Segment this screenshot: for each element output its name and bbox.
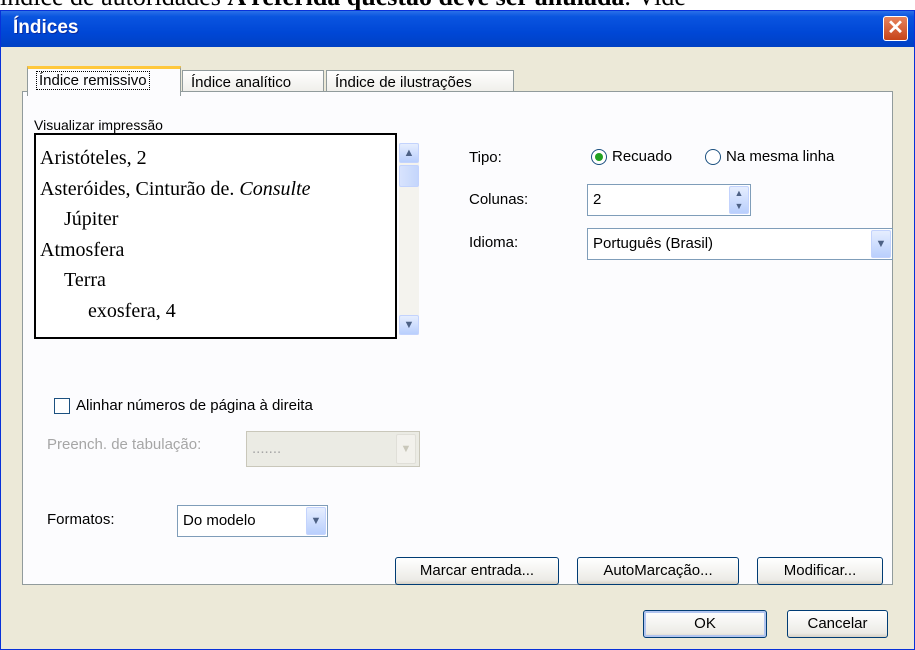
background-text-part1: índice de autoridades [0, 0, 221, 10]
radio-na-mesma-linha-label[interactable]: Na mesma linha [726, 148, 834, 165]
preench-value: ....... [252, 440, 282, 457]
background-text-part3: . Vide [624, 0, 686, 10]
preench-label: Preench. de tabulação: [47, 436, 202, 453]
chevron-down-icon: ▼ [403, 319, 415, 331]
automarcacao-button[interactable]: AutoMarcação... [577, 557, 739, 585]
spin-up-icon: ▲ [734, 188, 744, 198]
preview-line: exosfera, 4 [88, 300, 176, 322]
idioma-label: Idioma: [469, 234, 519, 251]
chevron-down-icon: ▼ [400, 443, 412, 455]
ok-button[interactable]: OK [643, 610, 767, 638]
close-icon: ✕ [887, 17, 904, 39]
preview-label: Visualizar impressão [34, 117, 163, 133]
preview-line: Atmosfera [40, 239, 125, 261]
scroll-up-button[interactable]: ▲ [399, 143, 419, 163]
tipo-label: Tipo: [469, 149, 502, 166]
background-document-text: índice de autoridades A referida questão… [0, 0, 915, 10]
preview-line: Asteróides, Cinturão de. Consulte [40, 178, 311, 201]
chevron-down-icon: ▼ [875, 238, 887, 250]
preview-line-text: Asteróides, Cinturão de. [40, 178, 235, 200]
background-text-bold: A referida questão deve ser anulada [227, 0, 624, 10]
scroll-down-button[interactable]: ▼ [399, 315, 419, 335]
colunas-label: Colunas: [469, 191, 529, 208]
dialog-title: Índices [13, 17, 79, 38]
close-button[interactable]: ✕ [883, 16, 908, 41]
colunas-value: 2 [593, 191, 602, 208]
alinhar-label[interactable]: Alinhar números de página à direita [76, 397, 313, 414]
radio-recuado[interactable] [591, 149, 607, 165]
formatos-value: Do modelo [183, 512, 256, 529]
alinhar-checkbox[interactable] [54, 398, 70, 414]
colunas-spin-buttons[interactable]: ▲ ▼ [729, 186, 749, 214]
preench-select: ....... [246, 431, 420, 467]
spin-down-icon: ▼ [734, 201, 744, 211]
chevron-down-icon: ▼ [310, 515, 322, 527]
preview-scrollbar[interactable]: ▲ ▼ [399, 143, 419, 335]
formatos-dropdown-button[interactable]: ▼ [306, 507, 326, 535]
preview-line: Aristóteles, 2 [40, 147, 147, 169]
tab-indice-remissivo[interactable]: Índice remissivo [27, 66, 181, 96]
formatos-label: Formatos: [47, 511, 115, 528]
scroll-thumb[interactable] [399, 165, 419, 187]
idioma-select[interactable]: Português (Brasil) [587, 228, 893, 260]
tab-label: Índice de ilustrações [335, 74, 472, 91]
radio-na-mesma-linha[interactable] [705, 149, 721, 165]
print-preview: Aristóteles, 2 Asteróides, Cinturão de. … [34, 133, 397, 339]
cancelar-button[interactable]: Cancelar [787, 610, 888, 638]
preview-line: Júpiter [64, 208, 119, 230]
marcar-entrada-button[interactable]: Marcar entrada... [395, 557, 559, 585]
idioma-value: Português (Brasil) [593, 235, 714, 252]
tab-label: Índice analítico [191, 74, 292, 91]
preench-dropdown-button: ▼ [396, 434, 416, 464]
idioma-dropdown-button[interactable]: ▼ [871, 230, 891, 258]
colunas-spinner[interactable]: 2 [587, 184, 751, 216]
radio-selected-dot [595, 153, 603, 161]
preview-line-italic: Consulte [239, 178, 311, 200]
chevron-up-icon: ▲ [403, 147, 415, 159]
preview-line: Terra [64, 269, 106, 291]
radio-recuado-label[interactable]: Recuado [612, 148, 672, 165]
tab-label: Índice remissivo [36, 71, 150, 90]
title-bar[interactable]: Índices ✕ [1, 11, 914, 47]
modificar-button[interactable]: Modificar... [757, 557, 883, 585]
